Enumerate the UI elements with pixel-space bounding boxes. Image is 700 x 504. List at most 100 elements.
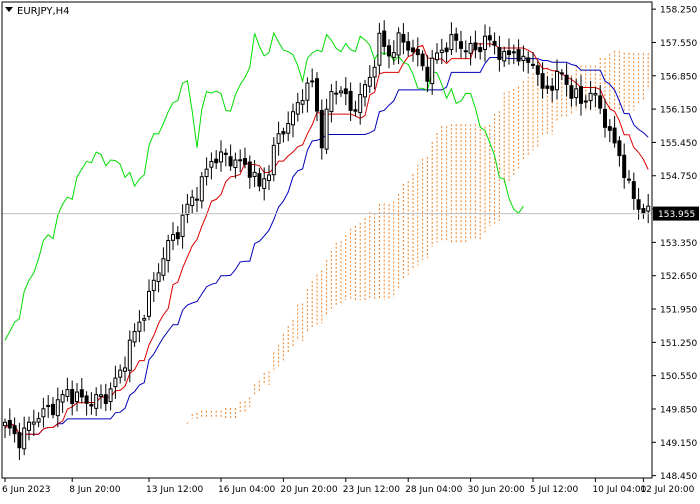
candle-body bbox=[329, 91, 334, 113]
candle-body bbox=[425, 66, 430, 82]
candle-body bbox=[545, 85, 550, 89]
candle-body bbox=[579, 86, 583, 104]
candle-body bbox=[478, 47, 483, 53]
candle-body bbox=[463, 50, 468, 53]
candle-body bbox=[627, 178, 631, 181]
x-tick-label: 8 Jun 20:00 bbox=[69, 485, 121, 495]
candle-body bbox=[132, 330, 137, 343]
candle-body bbox=[65, 389, 70, 397]
candle-body bbox=[291, 111, 295, 126]
current-price-label: 153.955 bbox=[658, 210, 695, 220]
candle-body bbox=[411, 47, 415, 53]
candle-body bbox=[574, 88, 579, 99]
candle-body bbox=[305, 82, 310, 101]
candle-body bbox=[295, 102, 300, 115]
y-tick-label: 151.950 bbox=[660, 306, 697, 316]
candle-body bbox=[377, 32, 382, 66]
candle-body bbox=[492, 40, 497, 46]
candle-body bbox=[142, 318, 147, 321]
chart: 153.955 158.250 157.550 156.850 156.150 155.… bbox=[0, 0, 700, 500]
candle-body bbox=[367, 76, 372, 87]
candle-body bbox=[468, 42, 473, 54]
candle-body bbox=[257, 173, 262, 187]
candle-body bbox=[559, 72, 564, 75]
x-tick-label: 20 Jun 20:00 bbox=[280, 485, 337, 495]
candle-body bbox=[55, 399, 60, 417]
candle-body bbox=[127, 339, 132, 371]
candle-body bbox=[415, 49, 420, 56]
candle-body bbox=[631, 181, 636, 199]
candle-body bbox=[459, 41, 463, 49]
candle-body bbox=[271, 144, 276, 176]
y-tick-label: 156.850 bbox=[660, 72, 697, 82]
candle-body bbox=[588, 92, 593, 102]
candle-body bbox=[315, 78, 319, 112]
candle-body bbox=[343, 88, 348, 95]
y-tick-label: 158.250 bbox=[660, 6, 697, 16]
candle-body bbox=[195, 198, 199, 201]
candle-body bbox=[396, 32, 401, 56]
chart-title: EURJPY,H4 bbox=[17, 6, 70, 17]
candle-body bbox=[358, 94, 363, 114]
candle-body bbox=[449, 34, 454, 51]
candle-body bbox=[228, 156, 233, 167]
candle-body bbox=[89, 403, 94, 407]
y-tick-label: 157.550 bbox=[660, 39, 697, 49]
candle-body bbox=[17, 432, 22, 449]
y-tick-label: 152.650 bbox=[660, 272, 697, 282]
candle-body bbox=[137, 321, 142, 332]
candle-body bbox=[113, 377, 118, 388]
y-tick-label: 154.750 bbox=[660, 172, 697, 182]
candle-body bbox=[252, 171, 257, 178]
candle-body bbox=[540, 73, 545, 89]
candle-body bbox=[391, 52, 396, 58]
candle-body bbox=[324, 108, 329, 150]
candle-body bbox=[238, 159, 243, 162]
candle-body bbox=[603, 108, 607, 128]
candle-body bbox=[497, 47, 502, 60]
y-tick-label: 150.550 bbox=[660, 372, 697, 382]
candle-body bbox=[641, 208, 646, 214]
x-tick-label: 28 Jun 04:00 bbox=[405, 485, 462, 495]
candle-body bbox=[31, 421, 36, 425]
candle-body bbox=[564, 74, 569, 85]
candle-body bbox=[555, 70, 559, 91]
x-tick-label: 30 Jun 20:00 bbox=[468, 485, 525, 495]
candle-body bbox=[27, 421, 31, 431]
candle-body bbox=[526, 57, 531, 63]
candle-body bbox=[247, 161, 252, 178]
candle-body bbox=[12, 425, 17, 435]
candle-body bbox=[147, 290, 151, 317]
y-tick-label: 149.850 bbox=[660, 405, 697, 415]
candle-body bbox=[617, 140, 622, 157]
candle-body bbox=[483, 35, 487, 50]
candle-body bbox=[219, 151, 223, 163]
candle-body bbox=[60, 394, 65, 403]
candle-body bbox=[507, 50, 511, 56]
candle-body bbox=[84, 395, 89, 404]
candle-body bbox=[185, 203, 190, 215]
candle-body bbox=[612, 127, 617, 144]
candle-body bbox=[636, 199, 641, 210]
candle-body bbox=[339, 90, 343, 94]
candle-body bbox=[199, 176, 204, 202]
candle-body bbox=[444, 47, 449, 53]
candle-body bbox=[75, 391, 79, 403]
candle-body bbox=[353, 109, 358, 112]
x-tick-label: 12 Jul 20:00 bbox=[640, 485, 694, 495]
candle-body bbox=[511, 51, 516, 54]
candle-body bbox=[439, 49, 444, 53]
candle-body bbox=[99, 394, 103, 397]
candle-body bbox=[3, 421, 7, 427]
candle-body bbox=[516, 49, 521, 62]
y-tick-label: 148.450 bbox=[660, 472, 697, 482]
candle-body bbox=[151, 279, 156, 292]
candle-body bbox=[180, 214, 185, 237]
candle-body bbox=[223, 152, 228, 155]
candle-body bbox=[319, 109, 324, 149]
candle-body bbox=[214, 158, 219, 164]
candle-body bbox=[36, 418, 41, 423]
candle-body bbox=[156, 272, 161, 283]
candle-body bbox=[118, 369, 123, 378]
candle-body bbox=[502, 50, 507, 62]
